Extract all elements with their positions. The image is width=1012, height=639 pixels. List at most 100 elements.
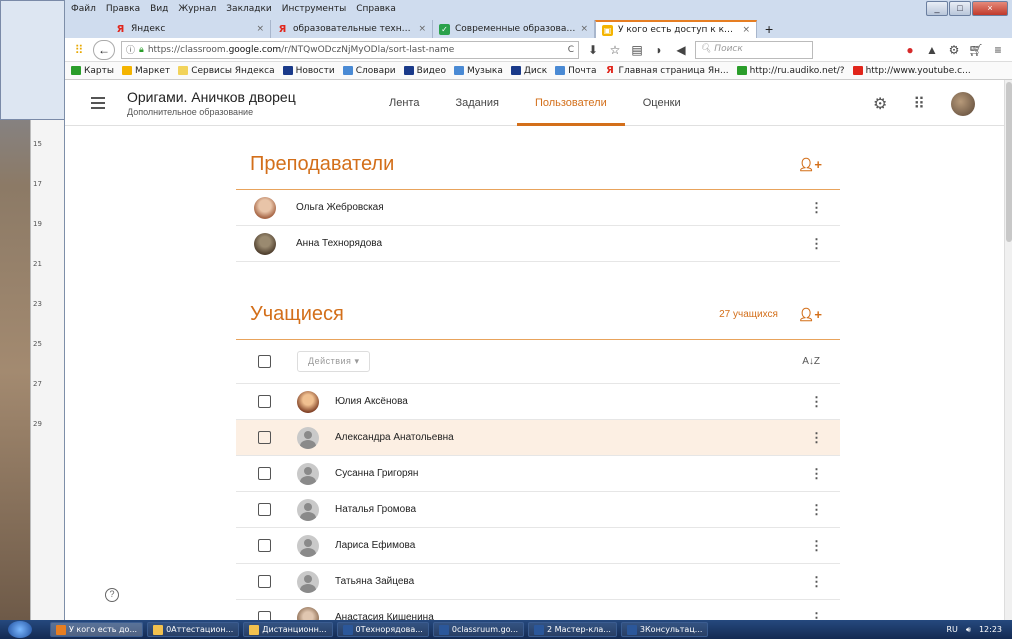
more-vert-icon[interactable]: ⋮ (810, 539, 823, 552)
bookmark-disk[interactable]: Диск (510, 66, 547, 76)
close-icon[interactable]: × (742, 25, 750, 35)
start-button[interactable] (8, 621, 32, 638)
apps-icon[interactable]: ⠿ (71, 43, 87, 57)
extension-icon[interactable]: ⚙ (946, 43, 962, 57)
send-icon[interactable]: ◀ (673, 43, 689, 57)
apps-grid-icon[interactable]: ⠿ (913, 94, 925, 114)
maximize-button[interactable]: □ (949, 1, 971, 16)
library-icon[interactable]: ▤ (629, 43, 645, 57)
student-checkbox[interactable] (258, 539, 271, 552)
scrollbar-thumb[interactable] (1006, 82, 1012, 242)
tab-grades[interactable]: Оценки (625, 80, 699, 126)
course-title[interactable]: Оригами. Аничков дворец (127, 89, 296, 105)
browser-tab-edtech[interactable]: Я образовательные технолог × (271, 20, 433, 38)
system-tray: RU 🔊︎ 12:23 (946, 625, 1012, 635)
menu-file[interactable]: Файл (71, 4, 96, 14)
info-icon[interactable]: ⓘ (126, 43, 135, 56)
close-window-button[interactable]: × (972, 1, 1008, 16)
menu-icon[interactable]: ≡ (990, 43, 1006, 57)
browser-tab-modern[interactable]: ✓ Современные образовател × (433, 20, 595, 38)
student-checkbox[interactable] (258, 503, 271, 516)
more-vert-icon[interactable]: ⋮ (810, 237, 823, 250)
clock[interactable]: 12:23 (979, 625, 1002, 634)
sort-az-icon[interactable]: A↓Z (802, 356, 820, 367)
bookmark-services[interactable]: Сервисы Яндекса (178, 66, 275, 76)
bookmark-dictionaries[interactable]: Словари (342, 66, 396, 76)
back-button[interactable]: ← (93, 39, 115, 60)
bookmark-mail[interactable]: Почта (555, 66, 597, 76)
bookmark-video[interactable]: Видео (403, 66, 446, 76)
tab-people[interactable]: Пользователи (516, 80, 625, 126)
adblock-icon[interactable]: ● (902, 43, 918, 57)
url-bar[interactable]: ⓘ 🔒︎ https://classroom.google.com/r/NTQw… (121, 40, 579, 59)
minimize-button[interactable]: _ (926, 1, 948, 16)
menu-history[interactable]: Журнал (178, 4, 216, 14)
more-vert-icon[interactable]: ⋮ (810, 503, 823, 516)
menu-edit[interactable]: Правка (106, 4, 140, 14)
close-icon[interactable]: × (580, 24, 588, 34)
menu-bookmarks[interactable]: Закладки (226, 4, 272, 14)
menu-view[interactable]: Вид (150, 4, 168, 14)
browser-tab-classroom[interactable]: ▣ У кого есть доступ к курсу × (595, 20, 757, 38)
bookmark-audiko[interactable]: http://ru.audiko.net/? (736, 66, 845, 76)
hamburger-menu-icon[interactable] (91, 94, 105, 112)
bookmark-youtube[interactable]: http://www.youtube.c... (852, 66, 971, 76)
bookmark-yandex-home[interactable]: Я Главная страница Ян... (605, 65, 728, 76)
lock-icon: 🔒︎ (139, 44, 144, 55)
select-all-checkbox[interactable] (258, 355, 271, 368)
background-window (0, 0, 66, 120)
more-vert-icon[interactable]: ⋮ (810, 611, 823, 621)
taskbar-item-word[interactable]: 3Консультац... (620, 622, 709, 637)
tab-stream[interactable]: Лента (371, 80, 437, 126)
bookmark-maps[interactable]: Карты (71, 66, 114, 76)
classroom-header: Оригами. Аничков дворец Дополнительное о… (65, 80, 1005, 126)
bookmark-market[interactable]: Маркет (121, 66, 170, 76)
taskbar-item-word[interactable]: 0Технорядова... (336, 622, 429, 637)
actions-dropdown[interactable]: Действия ▾ (297, 351, 371, 372)
invite-teacher-icon[interactable]: 👤︎+ (798, 157, 822, 173)
help-icon[interactable]: ? (105, 588, 119, 602)
download-icon[interactable]: ⬇ (585, 43, 601, 57)
bookmark-news[interactable]: Новости (282, 66, 335, 76)
account-avatar[interactable] (951, 92, 975, 116)
search-input[interactable]: 🔍︎ Поиск (695, 40, 813, 59)
close-icon[interactable]: × (418, 24, 426, 34)
taskbar-item-folder[interactable]: 0Аттестацион... (147, 622, 240, 637)
taskbar-item-word[interactable]: 0classruum.go... (432, 622, 525, 637)
invite-student-icon[interactable]: 👤︎+ (798, 307, 822, 323)
more-vert-icon[interactable]: ⋮ (810, 395, 823, 408)
more-vert-icon[interactable]: ⋮ (810, 467, 823, 480)
more-vert-icon[interactable]: ⋮ (810, 201, 823, 214)
tab-classwork[interactable]: Задания (437, 80, 516, 126)
student-checkbox[interactable] (258, 467, 271, 480)
pocket-icon[interactable]: ◗ (651, 43, 667, 57)
reload-icon[interactable]: C (568, 45, 574, 55)
new-tab-button[interactable]: + (757, 21, 781, 38)
student-checkbox[interactable] (258, 611, 271, 620)
taskbar-item-folder[interactable]: Дистанционн... (243, 622, 333, 637)
taskbar-item-firefox[interactable]: У кого есть до... (50, 622, 144, 637)
cart-icon[interactable]: 🛒︎ (968, 43, 984, 57)
student-checkbox[interactable] (258, 575, 271, 588)
yandex-icon: Я (116, 23, 125, 35)
menu-help[interactable]: Справка (356, 4, 396, 14)
browser-tab-yandex[interactable]: Я Яндекс × (109, 20, 271, 38)
drive-icon[interactable]: ▲ (924, 43, 940, 57)
student-checkbox[interactable] (258, 395, 271, 408)
more-vert-icon[interactable]: ⋮ (810, 575, 823, 588)
default-avatar-icon (297, 570, 319, 593)
more-vert-icon[interactable]: ⋮ (810, 431, 823, 444)
language-indicator[interactable]: RU (946, 625, 957, 634)
teacher-name: Ольга Жебровская (296, 202, 384, 213)
volume-icon[interactable]: 🔊︎ (966, 625, 971, 635)
menu-bar: Файл Правка Вид Журнал Закладки Инструме… (65, 0, 1012, 18)
student-checkbox[interactable] (258, 431, 271, 444)
bookmark-star-icon[interactable]: ☆ (607, 43, 623, 57)
page-scrollbar[interactable] (1004, 80, 1012, 620)
close-icon[interactable]: × (256, 24, 264, 34)
settings-gear-icon[interactable]: ⚙ (873, 94, 887, 114)
teacher-name: Анна Технорядова (296, 238, 383, 249)
menu-tools[interactable]: Инструменты (282, 4, 346, 14)
bookmark-music[interactable]: Музыка (453, 66, 503, 76)
taskbar-item-word[interactable]: 2 Мастер-кла... (528, 622, 617, 637)
